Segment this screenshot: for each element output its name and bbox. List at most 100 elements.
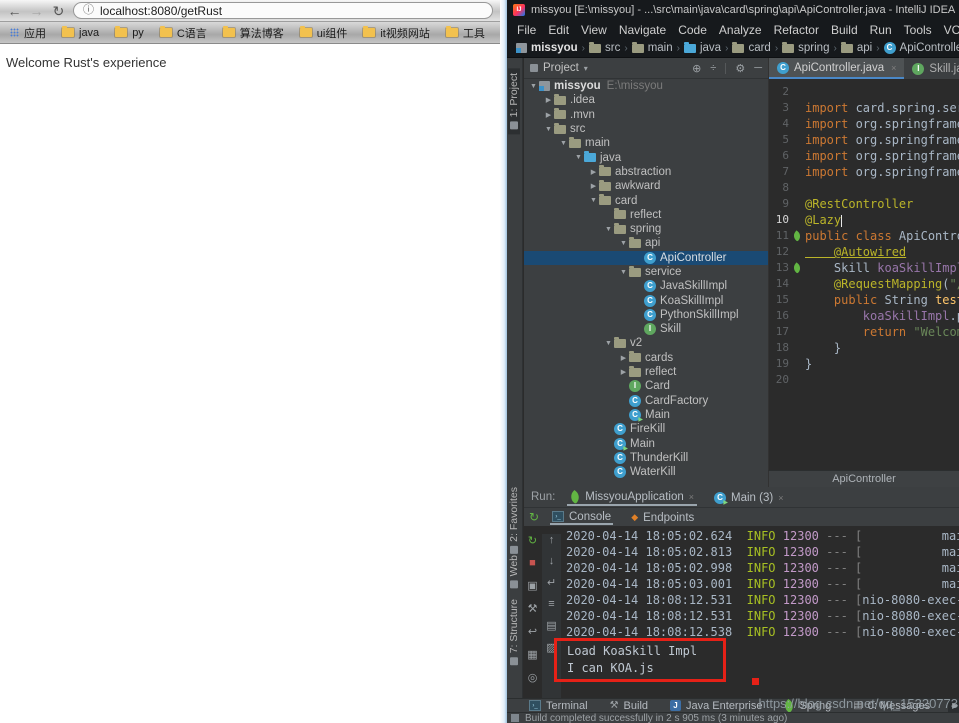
settings-icon[interactable]: ⚙ — [735, 62, 745, 75]
back-icon[interactable]: ← — [7, 4, 22, 18]
bookmark-item[interactable]: py — [112, 27, 147, 39]
tree-row[interactable]: CFireKill — [524, 422, 768, 436]
tree-collapsed-arrow-icon[interactable]: ▶ — [618, 368, 629, 376]
tree-collapsed-arrow-icon[interactable]: ▶ — [618, 354, 629, 362]
build-icon[interactable]: ⚒ — [528, 602, 538, 615]
menu-item-file[interactable]: File — [511, 23, 542, 37]
tree-row[interactable]: CJavaSkillImpl — [524, 279, 768, 293]
stop-icon[interactable]: ■ — [529, 557, 536, 569]
tree-row[interactable]: ▼card — [524, 193, 768, 207]
tree-row[interactable]: ISkill — [524, 322, 768, 336]
breadcrumb-card[interactable]: card — [731, 42, 771, 54]
bookmark-item[interactable]: java — [59, 27, 102, 39]
collapse-all-icon[interactable]: ÷ — [710, 62, 716, 74]
tree-row[interactable]: CThunderKill — [524, 451, 768, 465]
tree-row[interactable]: ▼v2 — [524, 336, 768, 350]
hide-icon[interactable]: ─ — [754, 62, 762, 74]
bookmark-item[interactable]: 算法博客 — [220, 25, 287, 41]
exit-icon[interactable]: ↩ — [528, 625, 537, 638]
editor-area[interactable]: CApiController.java×ISkill.java× 23impor… — [768, 58, 959, 470]
tree-expanded-arrow-icon[interactable]: ▼ — [603, 226, 614, 233]
restore-layout-icon[interactable]: ▦ — [527, 648, 537, 661]
tree-row[interactable]: ▼src — [524, 122, 768, 136]
editor-tab-apicontroller.java[interactable]: CApiController.java× — [769, 58, 904, 79]
spring-bean-gutter-icon[interactable] — [789, 232, 805, 240]
tree-row[interactable]: ▶reflect — [524, 365, 768, 379]
toolwindow-toggle-icon[interactable] — [511, 714, 519, 722]
tree-row[interactable]: ▼api — [524, 236, 768, 250]
tree-row[interactable]: CPythonSkillImpl — [524, 308, 768, 322]
menu-item-view[interactable]: View — [575, 23, 613, 37]
chevron-down-icon[interactable]: ▾ — [584, 64, 588, 73]
tree-expanded-arrow-icon[interactable]: ▼ — [603, 340, 614, 347]
toolwindow-tab-build[interactable]: ⚒Build — [606, 699, 652, 712]
scroll-to-end-icon[interactable]: ≡ — [548, 598, 554, 610]
tree-expanded-arrow-icon[interactable]: ▼ — [588, 197, 599, 204]
tree-expanded-arrow-icon[interactable]: ▼ — [528, 83, 539, 90]
info-icon[interactable]: ⓘ — [83, 5, 94, 16]
refresh-icon[interactable]: ↻ — [51, 4, 66, 18]
print-icon[interactable]: ▤ — [546, 619, 556, 632]
tree-collapsed-arrow-icon[interactable]: ▶ — [543, 96, 554, 104]
forward-icon[interactable]: → — [29, 4, 44, 18]
apps-menu[interactable]: 应用 — [7, 25, 49, 41]
address-bar[interactable]: ⓘ localhost:8080/getRust — [73, 2, 493, 19]
tree-row[interactable]: C▶Main — [524, 436, 768, 450]
tool-strip-project[interactable]: 1: Project — [508, 68, 520, 134]
bookmark-item[interactable]: it视频网站 — [360, 25, 433, 41]
close-icon[interactable]: × — [689, 492, 694, 502]
tree-expanded-arrow-icon[interactable]: ▼ — [573, 154, 584, 161]
tree-row[interactable]: ▼main — [524, 136, 768, 150]
tree-collapsed-arrow-icon[interactable]: ▶ — [543, 111, 554, 119]
toolwindow-tab-javaenterprise[interactable]: JJava Enterprise — [666, 699, 766, 712]
breadcrumb-main[interactable]: main — [631, 42, 674, 54]
menu-item-refactor[interactable]: Refactor — [768, 23, 825, 37]
tree-row[interactable]: C▶Main — [524, 408, 768, 422]
run-tab-main3[interactable]: C▶Main (3)× — [711, 489, 786, 506]
tree-expanded-arrow-icon[interactable]: ▼ — [558, 140, 569, 147]
tree-row[interactable]: CWaterKill — [524, 465, 768, 479]
tool-strip-web[interactable]: Web — [508, 550, 520, 593]
tree-collapsed-arrow-icon[interactable]: ▶ — [588, 182, 599, 190]
menu-item-code[interactable]: Code — [672, 23, 713, 37]
pin-icon[interactable]: ◎ — [528, 671, 538, 684]
rerun-icon[interactable]: ↻ — [529, 510, 539, 524]
locate-icon[interactable]: ⊕ — [692, 62, 701, 75]
breadcrumb-src[interactable]: src — [588, 42, 621, 54]
view-tab-endpoints[interactable]: ◆Endpoints — [629, 510, 696, 525]
tree-expanded-arrow-icon[interactable]: ▼ — [618, 269, 629, 276]
tree-row[interactable]: CCardFactory — [524, 394, 768, 408]
rerun-application-icon[interactable]: ↻ — [528, 534, 537, 547]
tree-expanded-arrow-icon[interactable]: ▼ — [618, 240, 629, 247]
menu-item-tools[interactable]: Tools — [898, 23, 938, 37]
view-tab-console[interactable]: ›_Console — [550, 510, 613, 525]
breadcrumb-spring[interactable]: spring — [781, 42, 830, 54]
tree-row[interactable]: ▶abstraction — [524, 165, 768, 179]
menu-item-edit[interactable]: Edit — [542, 23, 575, 37]
tree-row[interactable]: ▶cards — [524, 351, 768, 365]
menu-item-run[interactable]: Run — [864, 23, 898, 37]
tree-row[interactable]: ▶.mvn — [524, 108, 768, 122]
run-tab-missyouapplication[interactable]: MissyouApplication× — [567, 489, 697, 506]
tree-row[interactable]: reflect — [524, 208, 768, 222]
menu-item-build[interactable]: Build — [825, 23, 864, 37]
tree-row[interactable]: ▼service — [524, 265, 768, 279]
tree-row[interactable]: ▼missyouE:\missyou — [524, 79, 768, 93]
tree-collapsed-arrow-icon[interactable]: ▶ — [588, 168, 599, 176]
tool-strip-structure[interactable]: 7: Structure — [508, 594, 520, 670]
toolwindow-tab-terminal[interactable]: ›_Terminal — [525, 699, 592, 712]
up-stack-icon[interactable]: ↑ — [549, 534, 555, 546]
screenshot-icon[interactable]: ▣ — [527, 579, 537, 592]
tree-row[interactable]: CApiController — [524, 251, 768, 265]
breadcrumb-java[interactable]: java — [683, 42, 722, 54]
tree-row[interactable]: ▼java — [524, 150, 768, 164]
bookmark-item[interactable]: 工具 — [443, 25, 488, 41]
breadcrumb-apicontroller[interactable]: CApiController — [883, 42, 959, 54]
tree-row[interactable]: ICard — [524, 379, 768, 393]
tree-expanded-arrow-icon[interactable]: ▼ — [543, 126, 554, 133]
code-editor[interactable]: 23import card.spring.ser4import org.spri… — [769, 84, 959, 388]
tree-row[interactable]: ▶.idea — [524, 93, 768, 107]
menu-item-vcs[interactable]: VCS — [938, 23, 959, 37]
tree-row[interactable]: ▼spring — [524, 222, 768, 236]
breadcrumb-missyou[interactable]: missyou — [515, 42, 579, 54]
